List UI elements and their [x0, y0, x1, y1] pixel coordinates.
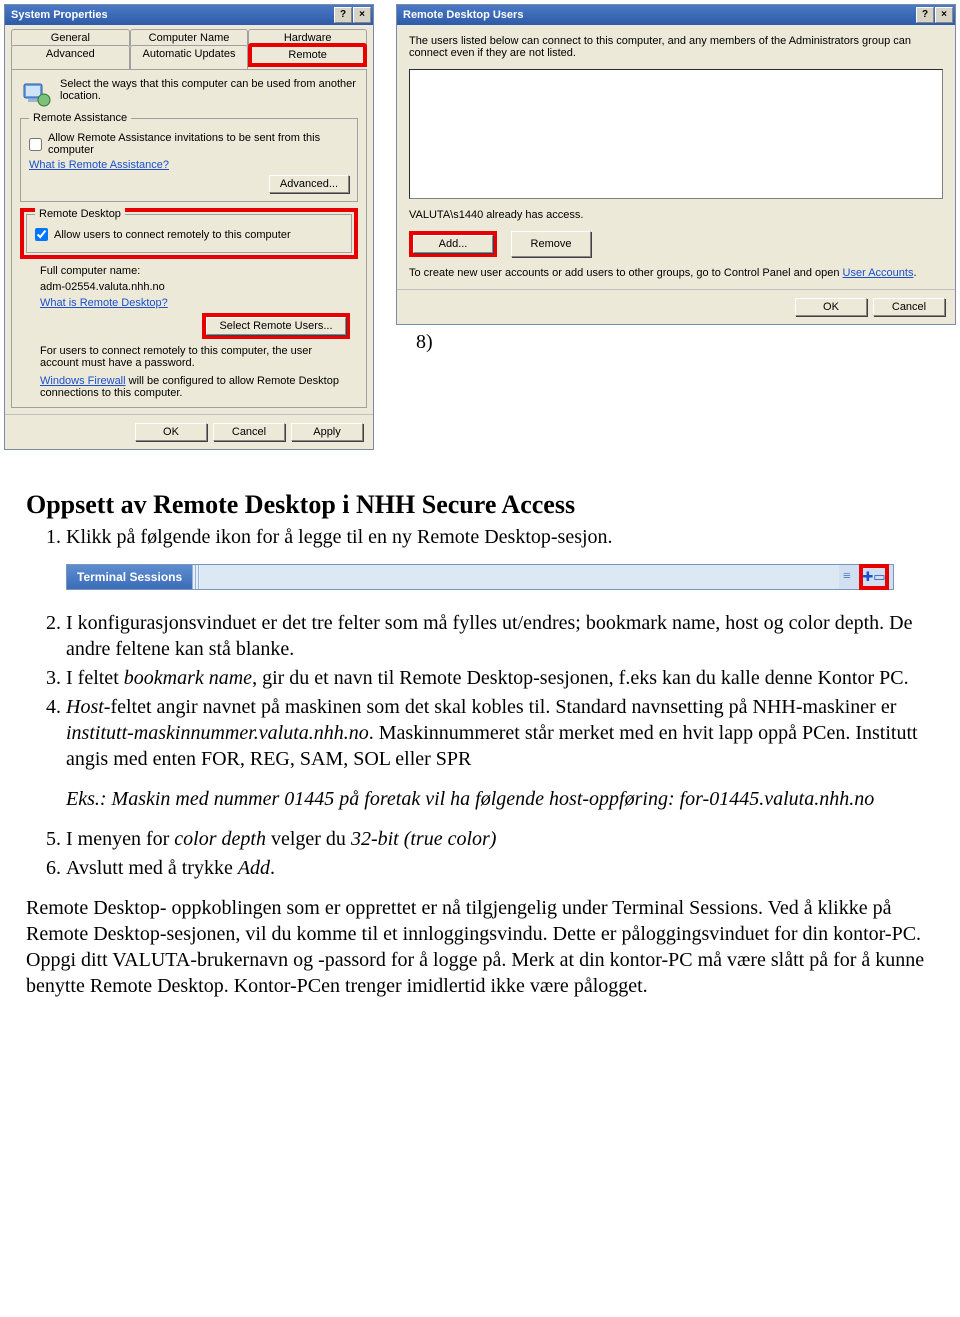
select-remote-users-button[interactable]: Select Remote Users...: [206, 317, 346, 335]
intro-text: Select the ways that this computer can b…: [60, 78, 358, 110]
tab-remote[interactable]: Remote: [248, 43, 367, 67]
document-body: Oppsett av Remote Desktop i NHH Secure A…: [0, 450, 960, 1039]
help-button[interactable]: ?: [334, 7, 352, 23]
help-button[interactable]: ?: [916, 7, 934, 23]
titlebar: Remote Desktop Users ? ×: [397, 5, 955, 25]
example-text: Eks.: Maskin med nummer 01445 på foretak…: [66, 786, 934, 812]
ra-checkbox-label: Allow Remote Assistance invitations to b…: [48, 132, 349, 156]
instruction-list-cont2: I menyen for color depth velger du 32-bi…: [26, 826, 934, 881]
tab-computer-name[interactable]: Computer Name: [130, 29, 249, 46]
rd-allow-checkbox[interactable]: [35, 228, 48, 241]
tab-automatic-updates[interactable]: Automatic Updates: [130, 45, 249, 69]
window-title: System Properties: [11, 9, 108, 21]
system-properties-window: System Properties ? × General Computer N…: [4, 4, 374, 450]
window-title: Remote Desktop Users: [403, 9, 523, 21]
doc-heading: Oppsett av Remote Desktop i NHH Secure A…: [26, 490, 934, 520]
remote-desktop-group: Remote Desktop Allow users to connect re…: [26, 214, 352, 253]
tab-advanced[interactable]: Advanced: [11, 45, 130, 69]
rd-help-link[interactable]: What is Remote Desktop?: [40, 297, 168, 309]
ok-button[interactable]: OK: [795, 298, 867, 316]
remote-assistance-group: Remote Assistance Allow Remote Assistanc…: [20, 118, 358, 202]
ts-title: Terminal Sessions: [67, 565, 192, 589]
ok-button[interactable]: OK: [135, 423, 207, 441]
rd-legend: Remote Desktop: [35, 208, 125, 220]
close-icon[interactable]: ×: [935, 7, 953, 23]
add-button[interactable]: Add...: [413, 235, 493, 253]
instruction-list: Klikk på følgende ikon for å legge til e…: [26, 524, 934, 550]
rd-fullname: adm-02554.valuta.nhh.no: [40, 281, 350, 293]
ts-body: [200, 565, 839, 589]
users-intro: The users listed below can connect to th…: [409, 35, 943, 59]
group-legend: Remote Assistance: [29, 112, 131, 124]
close-icon[interactable]: ×: [353, 7, 371, 23]
rd-fullname-label: Full computer name:: [40, 265, 350, 277]
list-item: I menyen for color depth velger du 32-bi…: [66, 826, 934, 852]
list-item: I konfigurasjonsvinduet er det tre felte…: [66, 610, 934, 662]
preferences-icon[interactable]: ≡: [839, 569, 855, 585]
final-paragraph: Remote Desktop- oppkoblingen som er oppr…: [26, 895, 934, 999]
apply-button[interactable]: Apply: [291, 423, 363, 441]
list-item: Host-feltet angir navnet på maskinen som…: [66, 694, 934, 772]
cancel-button[interactable]: Cancel: [213, 423, 285, 441]
computer-icon: [20, 78, 52, 110]
ra-help-link[interactable]: What is Remote Assistance?: [29, 159, 169, 171]
user-accounts-link[interactable]: User Accounts: [843, 267, 914, 279]
rd-password-note: For users to connect remotely to this co…: [40, 345, 350, 369]
tab-content: Select the ways that this computer can b…: [11, 69, 367, 408]
windows-firewall-link[interactable]: Windows Firewall: [40, 375, 126, 387]
tabs: General Computer Name Hardware Advanced …: [5, 25, 373, 69]
step-8-marker: 8): [416, 331, 956, 354]
list-item: Klikk på følgende ikon for å legge til e…: [66, 524, 934, 550]
instruction-list-cont: I konfigurasjonsvinduet er det tre felte…: [26, 610, 934, 772]
ra-advanced-button[interactable]: Advanced...: [269, 175, 349, 193]
add-session-icon[interactable]: ✚▭: [859, 564, 889, 590]
access-line: VALUTA\s1440 already has access.: [409, 209, 943, 221]
tab-general[interactable]: General: [11, 29, 130, 46]
remove-button[interactable]: Remove: [511, 231, 591, 257]
cancel-button[interactable]: Cancel: [873, 298, 945, 316]
titlebar: System Properties ? ×: [5, 5, 373, 25]
list-item: Avslutt med å trykke Add.: [66, 855, 934, 881]
grip-icon: [192, 565, 200, 589]
rd-allow-label: Allow users to connect remotely to this …: [54, 229, 291, 241]
list-item: I feltet bookmark name, gir du et navn t…: [66, 665, 934, 691]
terminal-sessions-bar: Terminal Sessions ≡ ✚▭: [66, 564, 894, 590]
users-listbox[interactable]: [409, 69, 943, 199]
ra-checkbox[interactable]: [29, 138, 42, 151]
remote-users-window: Remote Desktop Users ? × The users liste…: [396, 4, 956, 325]
users-note: To create new user accounts or add users…: [409, 267, 843, 279]
